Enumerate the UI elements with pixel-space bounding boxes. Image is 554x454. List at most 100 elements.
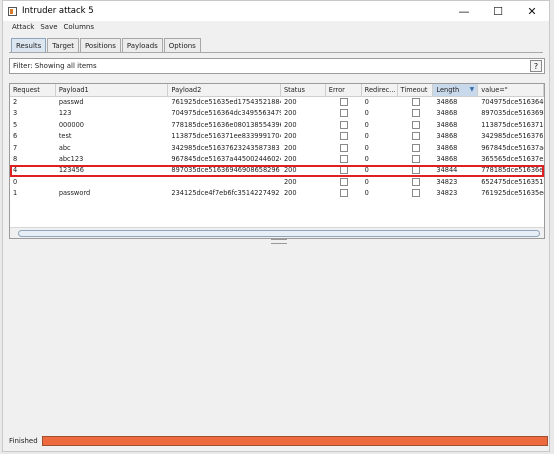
length-cell: 34823 (436, 177, 458, 186)
table-row[interactable]: 0 200 0 34823 652475dce516351cc (10, 177, 544, 188)
timeout-cell (398, 165, 434, 176)
redirect-cell: 0 (364, 120, 369, 129)
sort-desc-icon: ▼ (469, 86, 475, 93)
tab-payloads[interactable]: Payloads (121, 38, 163, 52)
close-button[interactable]: ✕ (515, 1, 549, 21)
scrollbar-thumb[interactable] (18, 230, 540, 237)
timeout-checkbox (411, 143, 420, 152)
error-cell (326, 108, 362, 119)
request-cell: 0 (13, 177, 18, 186)
window-title: Intruder attack 5 (22, 6, 94, 16)
status-cell: 200 (283, 143, 297, 152)
redirect-cell: 0 (364, 177, 369, 186)
menu-attack[interactable]: Attack (12, 23, 34, 31)
timeout-checkbox (411, 98, 420, 106)
payload1-cell (56, 177, 169, 188)
timeout-checkbox (411, 166, 420, 175)
error-checkbox (339, 143, 348, 152)
menu-save[interactable]: Save (40, 23, 57, 31)
table-row[interactable]: 6 test 113875dce516371ee8339991704 200 0 3486… (10, 131, 544, 142)
value-cell: 365565dce51637e5 (481, 154, 544, 163)
tab-divider (9, 52, 543, 53)
payload1-cell: 123 (58, 109, 72, 118)
tab-positions[interactable]: Positions (79, 38, 121, 52)
error-checkbox (339, 98, 348, 106)
pane-splitter-handle[interactable] (271, 239, 287, 244)
table-row[interactable]: 3 123 704975dce516364dc3495563479 200 0 34868… (10, 108, 544, 119)
col-header-error[interactable]: Error (326, 84, 362, 96)
redirect-cell: 0 (364, 98, 369, 106)
timeout-checkbox (411, 120, 420, 129)
redirect-cell: 0 (364, 132, 369, 141)
tab-target[interactable]: Target (47, 38, 79, 52)
status-cell: 200 (283, 154, 297, 163)
col-header-request[interactable]: Request (10, 84, 56, 96)
error-checkbox (339, 189, 348, 198)
status-text: Finished (9, 437, 38, 445)
tab-results[interactable]: Results (11, 38, 47, 52)
length-cell: 34868 (436, 109, 458, 118)
table-header: Request Payload1 Payload2 Status Error R… (10, 84, 544, 97)
payload2-cell: 342985dce51637623243587383 (171, 143, 280, 152)
payload2-cell (168, 177, 281, 188)
error-checkbox (339, 109, 348, 118)
error-checkbox (339, 120, 348, 129)
horizontal-scrollbar[interactable] (10, 227, 544, 238)
help-button[interactable]: ? (530, 60, 542, 72)
status-cell: 200 (283, 177, 297, 186)
request-cell: 1 (13, 189, 18, 198)
timeout-checkbox (411, 189, 420, 198)
col-header-status[interactable]: Status (281, 84, 326, 96)
table-row-highlighted[interactable]: 4 123456 897035dce51636946908658296 200 0 348… (10, 165, 544, 177)
payload2-cell: 704975dce516364dc3495563479 (171, 109, 281, 118)
payload2-cell: 113875dce516371ee8339991704 (171, 132, 281, 141)
col-header-length-label: Length (436, 86, 460, 94)
col-header-length[interactable]: Length ▼ (433, 84, 479, 96)
filter-bar[interactable]: Filter: Showing all items ? (9, 58, 545, 74)
col-header-payload1[interactable]: Payload1 (56, 84, 169, 96)
error-cell (326, 154, 362, 165)
status-cell: 200 (283, 166, 297, 175)
payload2-cell: 761925dce51635ed17543521884 (171, 98, 281, 106)
length-cell: 34844 (436, 166, 458, 175)
payload1-cell: passwd (58, 98, 84, 106)
request-cell: 3 (13, 109, 18, 118)
value-cell: 342985dce5163762 (481, 132, 544, 141)
col-header-timeout[interactable]: Timeout (398, 84, 434, 96)
length-cell: 34868 (436, 143, 458, 152)
error-checkbox (339, 154, 348, 163)
table-row[interactable]: 8 abc123 967845dce51637a445002446024 200 0 34… (10, 154, 544, 165)
filter-text[interactable]: Filter: Showing all items (13, 62, 97, 70)
length-cell: 34868 (436, 154, 458, 163)
progress-bar (42, 436, 548, 446)
maximize-button[interactable]: ☐ (481, 1, 515, 21)
status-cell: 200 (283, 120, 297, 129)
status-cell: 200 (283, 132, 297, 141)
length-cell: 34823 (436, 189, 458, 198)
col-header-payload2[interactable]: Payload2 (168, 84, 281, 96)
table-row[interactable]: 7 abc 342985dce51637623243587383 200 0 34868 9… (10, 143, 544, 154)
payload2-cell: 234125dce4f7eb6fc3514227492 (171, 189, 280, 198)
col-header-value[interactable]: value=" (478, 84, 544, 96)
table-row[interactable]: 2 passwd 761925dce51635ed17543521884 200 0 34… (10, 97, 544, 108)
payload1-cell: test (58, 132, 72, 141)
redirect-cell: 0 (364, 143, 369, 152)
error-checkbox (339, 166, 348, 175)
minimize-button[interactable]: — (447, 1, 481, 21)
payload2-cell: 967845dce51637a445002446024 (171, 154, 281, 163)
payload1-cell: abc (58, 143, 71, 152)
table-row[interactable]: 5 000000 778185dce51636e080138554396 200 0 34… (10, 120, 544, 131)
tab-options[interactable]: Options (163, 38, 201, 52)
title-bar: Intruder attack 5 — ☐ ✕ (3, 1, 549, 21)
burp-app-icon (8, 6, 17, 16)
col-header-redirect[interactable]: Redirec... (362, 84, 398, 96)
error-checkbox (339, 132, 348, 141)
payload1-cell: abc123 (58, 154, 84, 163)
error-cell (326, 188, 362, 199)
table-row[interactable]: 1 password 234125dce4f7eb6fc3514227492 200 0… (10, 188, 544, 199)
timeout-cell (398, 108, 434, 119)
status-cell: 200 (283, 189, 297, 198)
payload1-cell: 000000 (58, 120, 84, 129)
payload1-cell: password (58, 189, 91, 198)
menu-columns[interactable]: Columns (64, 23, 94, 31)
